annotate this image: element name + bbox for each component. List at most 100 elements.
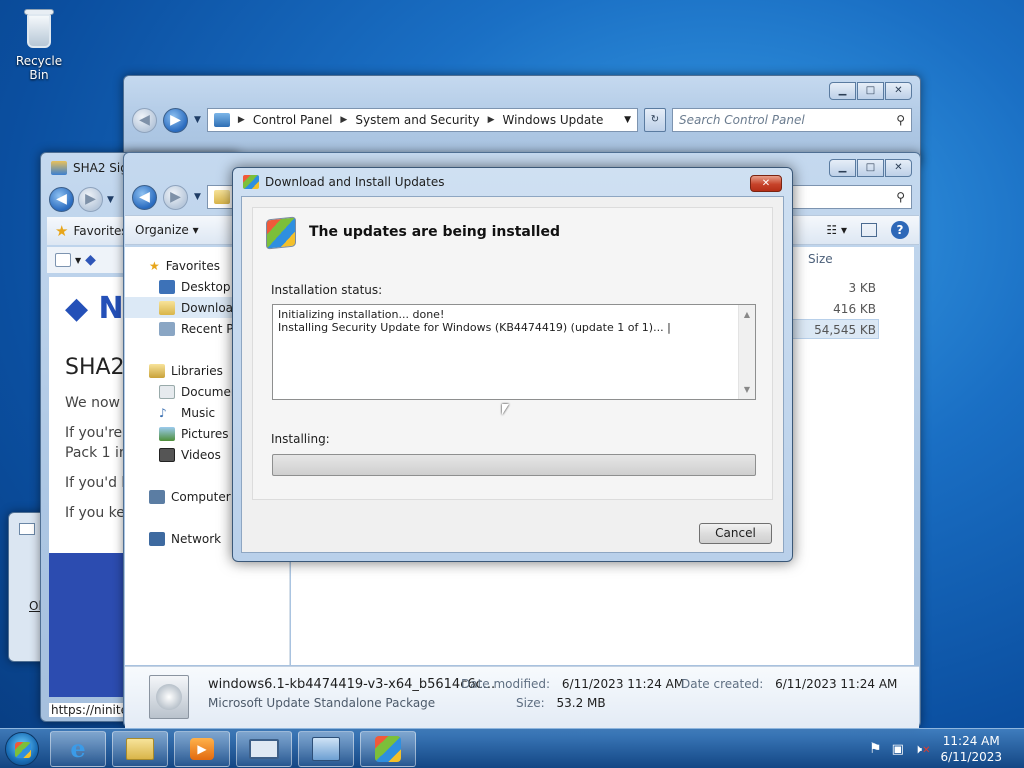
date-modified-value: 6/11/2023 11:24 AM xyxy=(561,677,685,691)
network-icon xyxy=(149,531,165,546)
address-dropdown-icon[interactable]: ▼ xyxy=(624,115,631,125)
browser-history-dropdown[interactable]: ▼ xyxy=(107,195,114,205)
desktop-icon xyxy=(159,279,175,294)
cancel-button[interactable]: Cancel xyxy=(699,523,772,544)
clock-time: 11:24 AM xyxy=(942,734,1000,748)
explorer-folder-icon xyxy=(126,737,154,760)
date-created-value: 6/11/2023 11:24 AM xyxy=(775,677,898,691)
ie-icon: e xyxy=(70,734,86,763)
favorites-button[interactable]: Favorites xyxy=(73,224,127,238)
forward-button[interactable]: ▶ xyxy=(163,107,188,133)
network-tray-icon[interactable]: ▣ xyxy=(892,742,904,757)
clock[interactable]: 11:24 AM 6/11/2023 xyxy=(940,733,1002,765)
dialog-title: Download and Install Updates xyxy=(265,175,445,189)
dialog-body: The updates are being installed Installa… xyxy=(241,196,784,553)
installing-label: Installing: xyxy=(271,432,330,446)
recycle-bin-label: Recycle Bin xyxy=(15,54,63,82)
browser-back-button[interactable]: ◀ xyxy=(49,187,74,212)
installer-icon xyxy=(249,738,279,759)
installation-status-label: Installation status: xyxy=(271,283,383,297)
dialog-content-panel: The updates are being installed Installa… xyxy=(252,207,773,500)
explorer-search-input[interactable]: ⚲ xyxy=(792,185,912,209)
status-line-1: Initializing installation... done! xyxy=(278,308,445,321)
page-text-3: Pack 1 in xyxy=(65,445,128,461)
help-icon[interactable]: ? xyxy=(891,221,909,239)
explorer-history-dropdown[interactable]: ▼ xyxy=(194,192,201,202)
ninite-logo: ◆ N xyxy=(65,291,124,326)
control-panel-taskbar-icon xyxy=(312,736,340,761)
close-button[interactable]: ✕ xyxy=(885,82,912,100)
taskbar-ie[interactable]: e xyxy=(50,730,106,767)
explorer-forward-button[interactable]: ▶ xyxy=(163,184,188,210)
install-progress-bar xyxy=(272,454,756,476)
flag-icon[interactable]: ⚑ xyxy=(869,741,882,757)
status-log-scrollbar[interactable]: ▲ ▼ xyxy=(738,305,755,399)
tab-list-dropdown[interactable]: ▼ xyxy=(75,256,81,265)
windows-start-icon xyxy=(5,731,39,766)
update-install-dialog[interactable]: Download and Install Updates ✕ The updat… xyxy=(232,167,793,562)
quick-tabs-icon[interactable] xyxy=(55,253,71,267)
organize-button[interactable]: Organize ▾ xyxy=(135,223,199,237)
mouse-cursor xyxy=(502,404,509,415)
explorer-back-button[interactable]: ◀ xyxy=(132,184,157,210)
date-modified-label: Date modified: xyxy=(461,677,551,691)
status-line-2: Installing Security Update for Windows (… xyxy=(278,321,671,334)
taskbar-media-player[interactable]: ▶ xyxy=(174,730,230,767)
size-column-header[interactable]: Size xyxy=(808,252,833,266)
details-filename: windows6.1-kb4474419-v3-x64_b5614c6c... xyxy=(208,677,496,692)
star-icon: ★ xyxy=(149,258,160,273)
taskbar: e ▶ ⚑ ▣ 🕨✕ 11:24 AM 6/11/2023 xyxy=(0,728,1024,768)
taskbar-windows-update[interactable] xyxy=(360,730,416,767)
window-icon xyxy=(19,523,35,535)
file-size-3: 54,545 KB xyxy=(814,323,876,337)
taskbar-control-panel[interactable] xyxy=(298,730,354,767)
maximize-button[interactable]: □ xyxy=(857,82,884,100)
windows-update-icon xyxy=(243,175,259,189)
search-icon: ⚲ xyxy=(896,113,905,127)
dialog-heading: The updates are being installed xyxy=(309,224,560,240)
search-input[interactable]: Search Control Panel ⚲ xyxy=(672,108,912,132)
breadcrumb-control-panel[interactable]: Control Panel xyxy=(253,113,333,127)
recent-pages-dropdown[interactable]: ▼ xyxy=(194,115,201,125)
music-icon: ♪ xyxy=(159,405,167,420)
pictures-icon xyxy=(159,426,175,441)
explorer-minimize-button[interactable]: ▁ xyxy=(829,159,856,177)
recycle-bin-shortcut[interactable]: Recycle Bin xyxy=(6,6,72,82)
refresh-button[interactable]: ↻ xyxy=(644,108,666,132)
file-package-icon xyxy=(149,675,189,719)
taskbar-explorer[interactable] xyxy=(112,730,168,767)
taskbar-installer[interactable] xyxy=(236,730,292,767)
details-filetype: Microsoft Update Standalone Package xyxy=(208,696,436,710)
dialog-close-button[interactable]: ✕ xyxy=(750,175,782,192)
folder-icon xyxy=(213,190,230,204)
size-label: Size: xyxy=(516,696,545,710)
breadcrumb-windows-update[interactable]: Windows Update xyxy=(503,113,604,127)
clock-date: 6/11/2023 xyxy=(940,750,1002,764)
page-heading: SHA2 xyxy=(65,355,125,380)
explorer-maximize-button[interactable]: □ xyxy=(857,159,884,177)
preview-pane-icon[interactable] xyxy=(861,223,877,237)
view-options-icon[interactable]: ☷ ▾ xyxy=(826,223,847,237)
control-panel-icon xyxy=(213,113,230,127)
page-text-1: We now r xyxy=(65,395,131,411)
file-size-2: 416 KB xyxy=(833,302,876,316)
minimize-button[interactable]: ▁ xyxy=(829,82,856,100)
explorer-close-button[interactable]: ✕ xyxy=(885,159,912,177)
media-player-icon: ▶ xyxy=(190,737,214,760)
system-tray: ⚑ ▣ 🕨✕ 11:24 AM 6/11/2023 xyxy=(869,729,1024,768)
start-button[interactable] xyxy=(0,729,44,768)
details-pane: windows6.1-kb4474419-v3-x64_b5614c6c... … xyxy=(125,666,919,728)
recycle-bin-icon xyxy=(22,6,56,50)
installation-status-log[interactable]: Initializing installation... done! Insta… xyxy=(272,304,756,400)
back-button[interactable]: ◀ xyxy=(132,107,157,133)
downloads-folder-icon xyxy=(159,300,175,315)
favorites-star-icon: ★ xyxy=(55,222,69,240)
volume-muted-icon[interactable]: 🕨✕ xyxy=(914,742,931,757)
address-bar[interactable]: ▶ Control Panel ▶ System and Security ▶ … xyxy=(206,108,638,132)
browser-forward-button[interactable]: ▶ xyxy=(78,187,103,212)
videos-icon xyxy=(159,447,175,462)
file-size-1: 3 KB xyxy=(848,281,876,295)
size-value: 53.2 MB xyxy=(556,696,606,710)
breadcrumb-system-security[interactable]: System and Security xyxy=(355,113,479,127)
computer-icon xyxy=(149,489,165,504)
